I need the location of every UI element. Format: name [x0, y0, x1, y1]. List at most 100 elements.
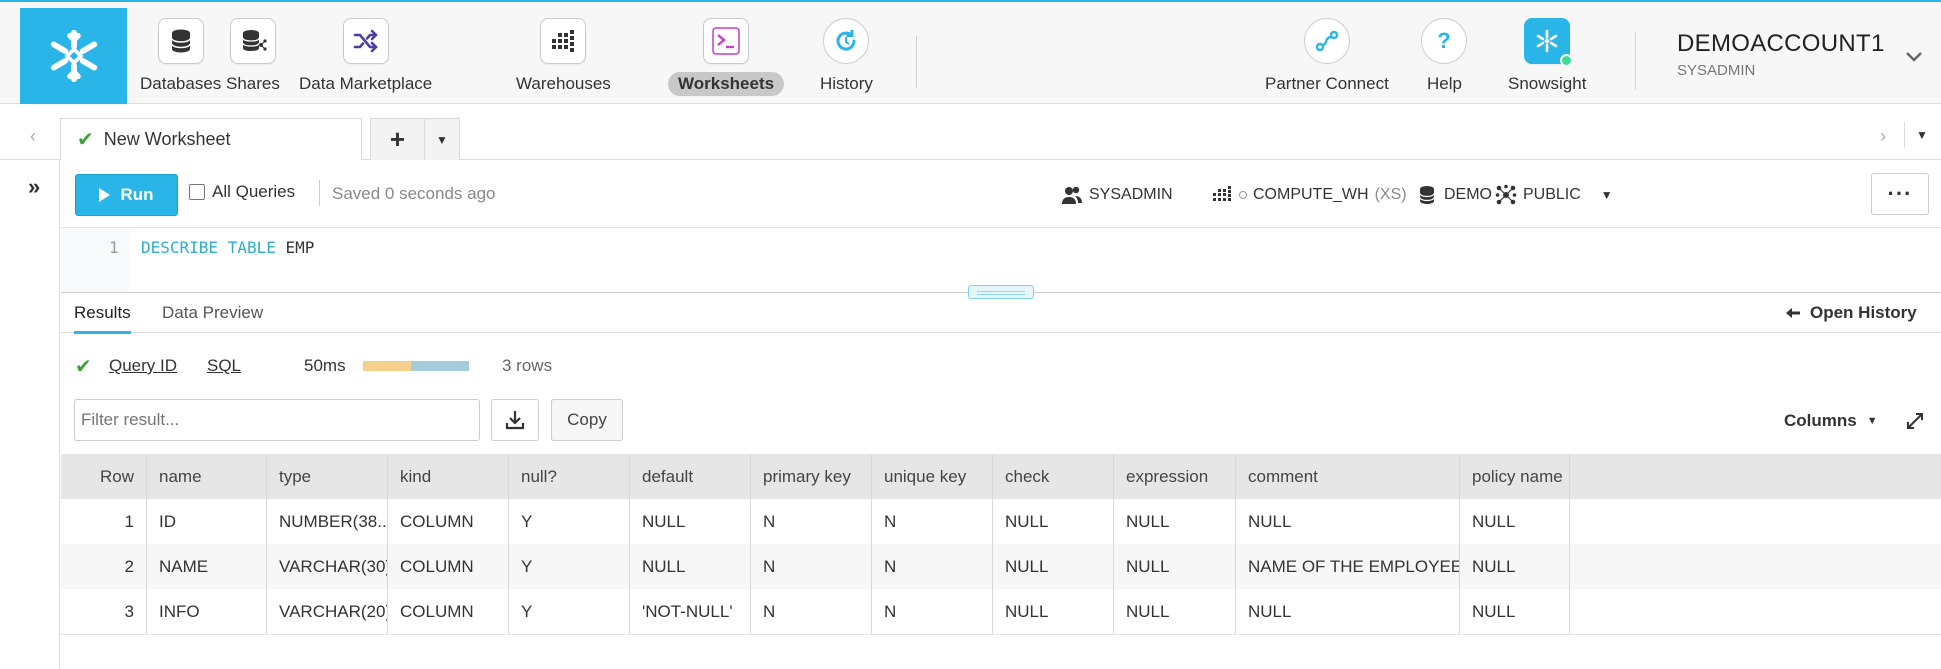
row-number: 3 — [61, 589, 147, 634]
role-selector[interactable]: SYSADMIN — [1061, 184, 1173, 206]
more-options-button[interactable]: ··· — [1871, 173, 1929, 215]
table-cell: VARCHAR(20) — [267, 589, 388, 634]
download-button[interactable] — [491, 399, 539, 441]
snowflake-logo[interactable] — [20, 8, 127, 104]
all-queries-checkbox[interactable]: All Queries — [189, 182, 295, 202]
column-header[interactable]: kind — [388, 454, 509, 499]
row-number: 2 — [61, 544, 147, 589]
role-value: SYSADMIN — [1089, 186, 1173, 203]
sql-editor[interactable]: 1 DESCRIBE TABLE EMP — [61, 228, 1941, 292]
open-history-button[interactable]: Open History — [1786, 303, 1917, 323]
arrow-left-icon — [1786, 308, 1800, 318]
schema-selector[interactable]: PUBLIC ▼ — [1495, 184, 1613, 206]
nav-history-label: History — [820, 74, 873, 93]
question-icon: ? — [1421, 18, 1468, 64]
sql-code-line[interactable]: DESCRIBE TABLE EMP — [141, 238, 314, 257]
line-number: 1 — [109, 238, 119, 257]
partner-connect-icon — [1303, 18, 1350, 64]
run-button[interactable]: Run — [75, 174, 178, 216]
column-header[interactable]: type — [267, 454, 388, 499]
success-check-icon: ✔ — [75, 356, 92, 378]
column-header[interactable]: comment — [1236, 454, 1460, 499]
tab-data-preview[interactable]: Data Preview — [162, 303, 263, 331]
add-worksheet-control: + ▼ — [370, 118, 460, 160]
tab-list-caret-icon[interactable]: ▼ — [1916, 128, 1928, 142]
nav-data-marketplace[interactable]: Data Marketplace — [289, 18, 442, 98]
columns-label: Columns — [1784, 411, 1857, 430]
warehouse-selector[interactable]: COMPUTE_WH (XS) — [1211, 184, 1407, 206]
fullscreen-icon[interactable] — [1906, 412, 1924, 430]
shuffle-icon — [342, 18, 389, 64]
tab-results[interactable]: Results — [74, 303, 131, 334]
table-cell: INFO — [147, 589, 267, 634]
add-worksheet-button[interactable]: + — [371, 119, 425, 160]
table-cell: COLUMN — [388, 499, 509, 544]
table-cell: VARCHAR(30) — [267, 544, 388, 589]
filter-result-input[interactable] — [74, 399, 480, 441]
chevron-right-icon[interactable]: › — [1880, 126, 1886, 147]
online-status-dot — [1560, 54, 1574, 67]
account-name: DEMOACCOUNT1 — [1677, 30, 1885, 57]
nav-shares[interactable]: Shares — [216, 18, 290, 98]
query-id-link[interactable]: Query ID — [109, 356, 177, 376]
table-cell: NULL — [630, 544, 751, 589]
nav-snowsight[interactable]: Snowsight — [1498, 18, 1596, 98]
table-row[interactable]: 1 ID NUMBER(38... COLUMN Y NULL N N NULL NULL NULL… — [61, 499, 1941, 544]
column-header[interactable]: unique key — [872, 454, 993, 499]
grid-header-row: Row name type kind null? default primary key un… — [61, 454, 1941, 499]
history-icon — [823, 18, 870, 64]
download-icon — [505, 411, 525, 430]
nav-shares-label: Shares — [226, 74, 280, 93]
nav-partner-connect[interactable]: Partner Connect — [1255, 18, 1399, 98]
table-row[interactable]: 2 NAME VARCHAR(30) COLUMN Y NULL N N NULL NULL NAM… — [61, 544, 1941, 589]
nav-data-marketplace-label: Data Marketplace — [299, 74, 433, 93]
columns-dropdown[interactable]: Columns ▼ — [1784, 411, 1878, 431]
account-role: SYSADMIN — [1677, 62, 1756, 79]
column-header[interactable]: expression — [1114, 454, 1236, 499]
object-browser-rail: » — [0, 160, 60, 669]
column-header[interactable]: name — [147, 454, 267, 499]
column-header[interactable]: check — [993, 454, 1114, 499]
schema-value: PUBLIC — [1523, 186, 1581, 203]
table-cell: NAME — [147, 544, 267, 589]
warehouse-grid-icon — [1213, 186, 1231, 201]
warehouse-status-icon — [1239, 191, 1247, 199]
nav-help[interactable]: ? Help — [1417, 18, 1472, 98]
copy-button[interactable]: Copy — [551, 399, 623, 441]
tab-label: New Worksheet — [103, 129, 231, 149]
database-selector[interactable]: DEMO — [1416, 184, 1492, 206]
tab-divider — [1904, 122, 1905, 148]
column-header[interactable]: policy name — [1460, 454, 1570, 499]
play-icon — [99, 188, 111, 202]
warehouse-size: (XS) — [1374, 186, 1407, 203]
table-cell: NULL — [993, 544, 1114, 589]
table-cell: NULL — [1460, 499, 1570, 544]
column-header[interactable]: null? — [509, 454, 630, 499]
table-cell: Y — [509, 589, 630, 634]
chevron-down-icon[interactable] — [1905, 50, 1923, 64]
snowflake-icon — [50, 29, 97, 83]
snowsight-icon — [1524, 18, 1574, 67]
table-row[interactable]: 3 INFO VARCHAR(20) COLUMN Y 'NOT-NULL' N N NULL N… — [61, 589, 1941, 634]
duration-bar-execution — [410, 361, 469, 371]
account-menu[interactable]: DEMOACCOUNT1 SYSADMIN — [1677, 30, 1885, 79]
column-header[interactable]: default — [630, 454, 751, 499]
table-cell: NULL — [993, 589, 1114, 634]
sql-keyword: DESCRIBE TABLE — [141, 238, 276, 257]
sql-link[interactable]: SQL — [207, 356, 241, 376]
column-header[interactable]: primary key — [751, 454, 872, 499]
checkbox-icon[interactable] — [189, 184, 205, 200]
table-cell: N — [872, 499, 993, 544]
column-header[interactable]: Row — [61, 454, 147, 499]
nav-warehouses[interactable]: Warehouses — [506, 18, 621, 98]
chevron-left-icon[interactable]: ‹ — [30, 126, 36, 147]
table-cell: NULL — [1460, 589, 1570, 634]
table-cell: ID — [147, 499, 267, 544]
nav-worksheets[interactable]: Worksheets — [668, 18, 785, 98]
table-cell: N — [751, 499, 872, 544]
expand-panel-icon[interactable]: » — [28, 174, 40, 200]
caret-down-icon[interactable]: ▼ — [425, 119, 459, 160]
caret-down-icon: ▼ — [1866, 415, 1878, 427]
tab-new-worksheet[interactable]: ✔ New Worksheet — [60, 118, 362, 160]
nav-history[interactable]: History — [810, 18, 883, 98]
